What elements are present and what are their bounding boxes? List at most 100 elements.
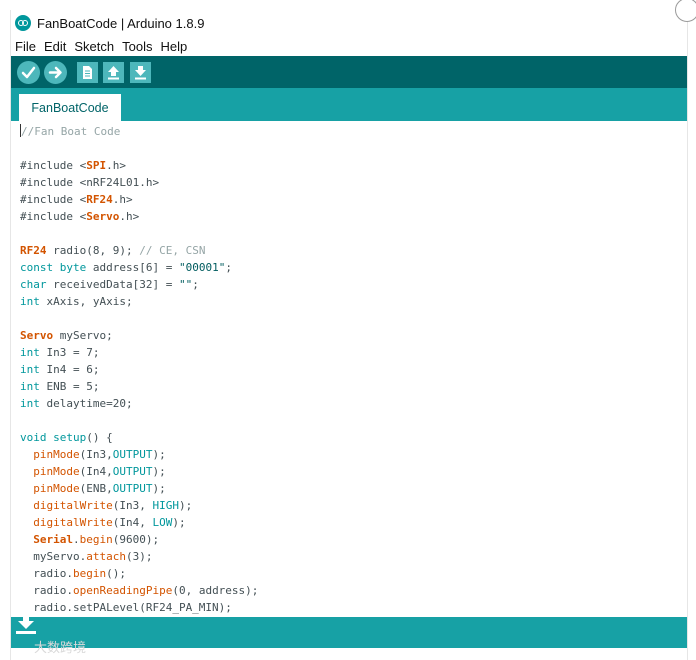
- code-line[interactable]: radio.setPALevel(RF24_PA_MIN);: [20, 599, 258, 616]
- verify-button[interactable]: [17, 61, 40, 84]
- code-line[interactable]: digitalWrite(In4, LOW);: [20, 514, 258, 531]
- code-token: RF24: [20, 244, 47, 257]
- menu-edit[interactable]: Edit: [44, 39, 66, 54]
- code-editor[interactable]: //Fan Boat Code #include <SPI.h> #include …: [11, 121, 687, 617]
- upload-button[interactable]: [44, 61, 67, 84]
- code-token: delaytime=20;: [39, 397, 133, 410]
- code-token: begin: [79, 533, 113, 546]
- code-line[interactable]: //Fan Boat Code: [20, 123, 258, 140]
- code-token: address[6] =: [86, 261, 179, 274]
- code-token: "": [178, 278, 193, 291]
- code-token: int: [20, 363, 40, 376]
- code-token: //Fan Boat Code: [21, 125, 121, 138]
- code-token: setup: [53, 431, 87, 444]
- check-icon: [21, 66, 36, 79]
- toolbar: [11, 56, 687, 88]
- code-token: attach: [86, 550, 126, 563]
- code-line[interactable]: Servo myServo;: [20, 327, 258, 344]
- code-token: #include <: [20, 159, 87, 172]
- code-token: begin: [72, 567, 107, 580]
- code-token: (In4,: [112, 516, 153, 529]
- code-token: HIGH: [152, 499, 179, 512]
- code-token: (3);: [125, 550, 153, 563]
- menu-file[interactable]: File: [15, 39, 36, 54]
- code-token: pinMode: [33, 482, 80, 495]
- menu-tools[interactable]: Tools: [122, 39, 152, 54]
- code-token: .h>: [106, 159, 126, 172]
- code-token: ();: [106, 567, 126, 580]
- new-file-icon: [83, 66, 92, 79]
- arrow-up-icon: [108, 66, 119, 80]
- code-area[interactable]: //Fan Boat Code #include <SPI.h> #include …: [20, 123, 258, 616]
- code-line[interactable]: #include <RF24.h>: [20, 191, 258, 208]
- code-token: void: [20, 431, 47, 444]
- code-token: OUTPUT: [112, 465, 153, 478]
- code-token: openReadingPipe: [72, 584, 173, 597]
- save-button[interactable]: [130, 62, 151, 83]
- code-token: );: [152, 448, 166, 461]
- arrow-right-icon: [48, 66, 62, 79]
- code-token: int: [20, 346, 40, 359]
- code-line[interactable]: int In4 = 6;: [20, 361, 258, 378]
- code-line[interactable]: #include <nRF24L01.h>: [20, 174, 258, 191]
- code-line[interactable]: [20, 310, 258, 327]
- code-line[interactable]: radio.openReadingPipe(0, address);: [20, 582, 258, 599]
- tab-fanboatcode[interactable]: FanBoatCode: [19, 94, 121, 121]
- code-token: radio.: [20, 584, 73, 597]
- code-token: .h>: [119, 210, 140, 223]
- console-area: [11, 648, 687, 660]
- status-bar: [11, 617, 687, 648]
- window-corner-control: [675, 0, 696, 22]
- menu-bar: File Edit Sketch Tools Help: [11, 36, 687, 56]
- code-line[interactable]: Serial.begin(9600);: [20, 531, 258, 548]
- code-token: radio.setPALevel(RF24_PA_MIN);: [20, 601, 232, 614]
- code-line[interactable]: const byte address[6] = "00001";: [20, 259, 258, 276]
- code-token: "00001": [178, 261, 226, 274]
- code-line[interactable]: int ENB = 5;: [20, 378, 258, 395]
- code-token: (9600);: [112, 533, 160, 546]
- code-line[interactable]: #include <SPI.h>: [20, 157, 258, 174]
- code-line[interactable]: [20, 225, 258, 242]
- code-token: ;: [192, 278, 199, 291]
- code-line[interactable]: digitalWrite(In3, HIGH);: [20, 497, 258, 514]
- code-token: RF24: [86, 193, 113, 206]
- code-token: Servo: [20, 329, 54, 342]
- code-line[interactable]: void setup() {: [20, 429, 258, 446]
- open-button[interactable]: [103, 62, 124, 83]
- code-token: digitalWrite: [33, 516, 113, 529]
- code-line[interactable]: [20, 140, 258, 157]
- code-line[interactable]: [20, 412, 258, 429]
- code-line[interactable]: int xAxis, yAxis;: [20, 293, 258, 310]
- title-bar: FanBoatCode | Arduino 1.8.9: [11, 10, 687, 36]
- tab-strip: FanBoatCode: [11, 88, 687, 121]
- code-token: pinMode: [33, 465, 80, 478]
- code-token: radio(8, 9);: [46, 244, 140, 257]
- code-line[interactable]: int delaytime=20;: [20, 395, 258, 412]
- new-button[interactable]: [77, 62, 98, 83]
- code-line[interactable]: radio.begin();: [20, 565, 258, 582]
- code-line[interactable]: char receivedData[32] = "";: [20, 276, 258, 293]
- code-line[interactable]: myServo.attach(3);: [20, 548, 258, 565]
- code-line[interactable]: int In3 = 7;: [20, 344, 258, 361]
- code-token: #include <: [20, 210, 87, 223]
- code-token: SPI: [86, 159, 107, 172]
- code-token: xAxis, yAxis;: [39, 295, 133, 308]
- menu-sketch[interactable]: Sketch: [74, 39, 114, 54]
- code-token: (ENB,: [79, 482, 113, 495]
- code-line[interactable]: pinMode(In3,OUTPUT);: [20, 446, 258, 463]
- menu-help[interactable]: Help: [160, 39, 187, 54]
- code-token: (In3,: [112, 499, 153, 512]
- ide-window: FanBoatCode | Arduino 1.8.9 File Edit Sk…: [10, 0, 696, 660]
- code-line[interactable]: #include <Servo.h>: [20, 208, 258, 225]
- code-token: // CE, CSN: [139, 244, 206, 257]
- code-token: #include <: [20, 193, 87, 206]
- code-token: int: [20, 397, 40, 410]
- code-token: .h>: [112, 193, 133, 206]
- code-line[interactable]: pinMode(In4,OUTPUT);: [20, 463, 258, 480]
- code-line[interactable]: pinMode(ENB,OUTPUT);: [20, 480, 258, 497]
- code-line[interactable]: RF24 radio(8, 9); // CE, CSN: [20, 242, 258, 259]
